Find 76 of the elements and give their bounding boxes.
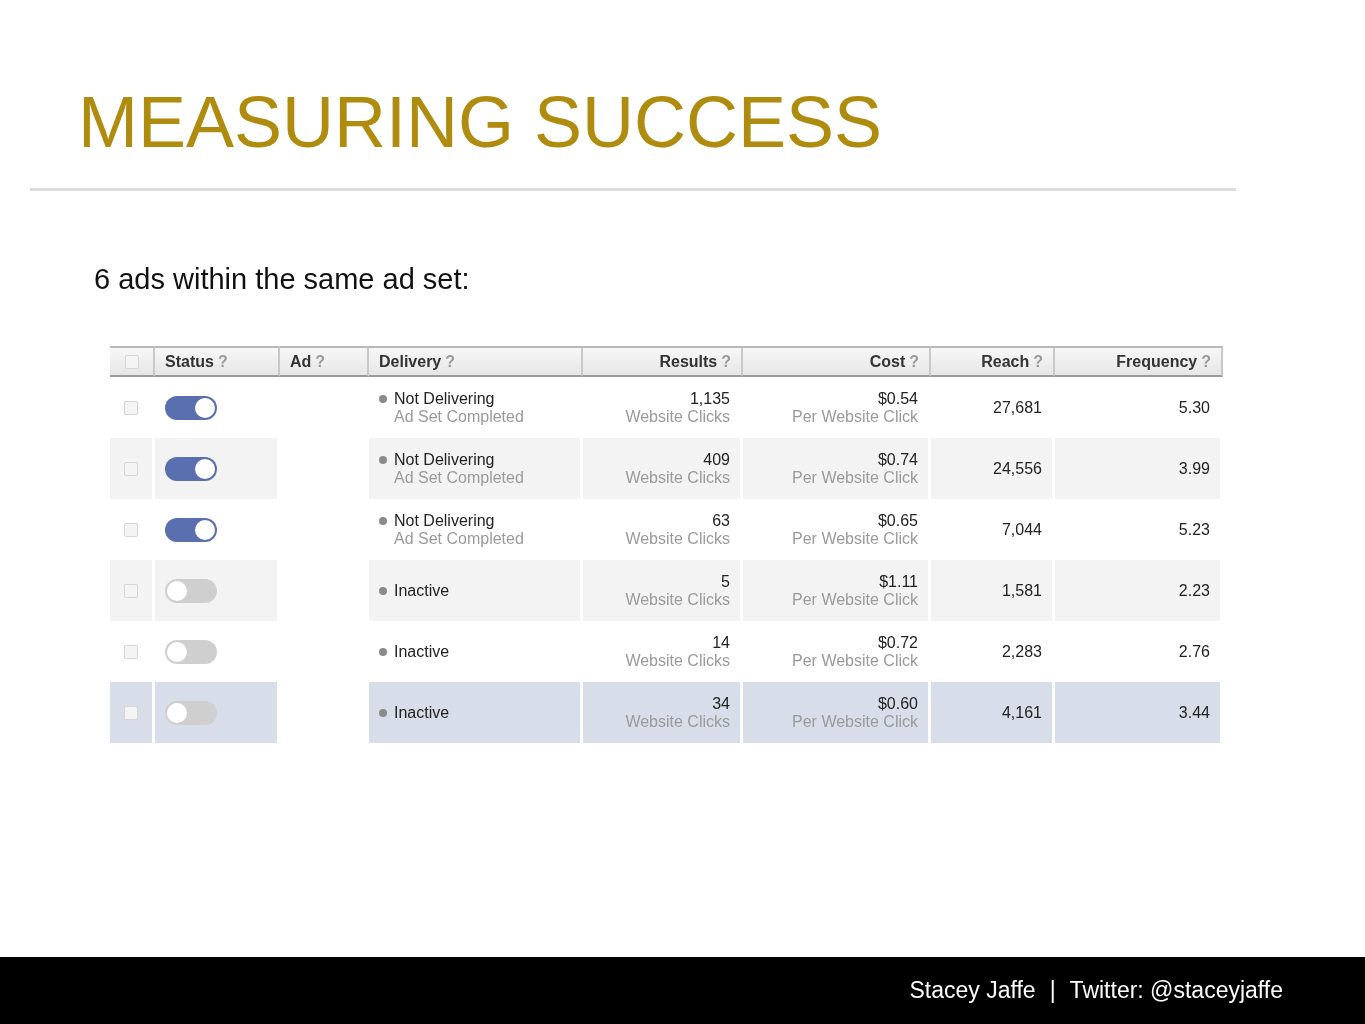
delivery-status: Inactive (394, 581, 450, 600)
cost-value: $0.60 (877, 694, 918, 713)
delivery-status: Inactive (394, 703, 450, 722)
row-checkbox[interactable] (124, 583, 138, 598)
reach-value: 7,044 (1001, 520, 1042, 539)
column-header[interactable]: Reach ? (931, 346, 1055, 377)
delivery-status: Not Delivering (394, 511, 495, 530)
delivery-detail: Ad Set Completed (393, 407, 525, 426)
results-value: 63 (712, 511, 730, 530)
results-value: 1,135 (689, 389, 730, 408)
cost-label: Per Website Click (792, 590, 918, 609)
results-label: Website Clicks (625, 407, 730, 426)
reach-value: 2,283 (1001, 642, 1042, 661)
cost-value: $1.11 (879, 572, 918, 591)
results-value: 5 (721, 572, 730, 591)
status-dot-icon (379, 647, 387, 656)
row-checkbox[interactable] (124, 400, 138, 415)
status-toggle[interactable] (165, 700, 217, 725)
column-header[interactable]: Frequency ? (1055, 346, 1223, 377)
frequency-value: 5.30 (1178, 398, 1210, 417)
cost-value: $0.65 (877, 511, 918, 530)
results-label: Website Clicks (625, 712, 730, 731)
column-header[interactable]: Delivery ? (369, 346, 583, 377)
reach-value: 24,556 (993, 459, 1042, 478)
frequency-value: 2.76 (1178, 642, 1210, 661)
results-label: Website Clicks (625, 651, 730, 670)
status-dot-icon (379, 516, 387, 525)
delivery-detail: Ad Set Completed (393, 529, 525, 548)
slide-subtitle: 6 ads within the same ad set: (94, 263, 471, 296)
cost-label: Per Website Click (792, 407, 918, 426)
frequency-value: 5.23 (1178, 520, 1210, 539)
slide-title: MEASURING SUCCESS (77, 81, 884, 164)
separator: | (1049, 977, 1056, 1004)
delivery-detail: Ad Set Completed (393, 468, 525, 487)
row-checkbox[interactable] (124, 461, 138, 476)
results-value: 34 (712, 694, 730, 713)
frequency-value: 3.44 (1178, 703, 1210, 722)
results-value: 14 (712, 633, 730, 652)
results-label: Website Clicks (625, 529, 730, 548)
cost-value: $0.72 (877, 633, 918, 652)
column-header[interactable]: Cost ? (743, 346, 931, 377)
status-toggle[interactable] (165, 639, 217, 664)
twitter-handle: Twitter: @staceyjaffe (1069, 977, 1283, 1004)
status-toggle[interactable] (165, 456, 217, 481)
cost-value: $0.74 (877, 450, 918, 469)
cost-label: Per Website Click (792, 529, 918, 548)
frequency-value: 2.23 (1178, 581, 1210, 600)
cost-label: Per Website Click (792, 468, 918, 487)
delivery-status: Not Delivering (394, 450, 495, 469)
column-header[interactable]: Ad ? (280, 346, 369, 377)
cost-label: Per Website Click (792, 651, 918, 670)
select-all-checkbox[interactable] (124, 354, 139, 369)
row-checkbox[interactable] (124, 705, 138, 720)
column-header[interactable]: Results ? (583, 346, 743, 377)
cost-value: $0.54 (877, 389, 918, 408)
delivery-status: Not Delivering (394, 389, 495, 408)
results-label: Website Clicks (625, 590, 730, 609)
reach-value: 4,161 (1001, 703, 1042, 722)
status-toggle[interactable] (165, 578, 217, 603)
delivery-status: Inactive (394, 642, 450, 661)
status-dot-icon (379, 394, 387, 403)
results-label: Website Clicks (625, 468, 730, 487)
status-dot-icon (379, 455, 387, 464)
author-name: Stacey Jaffe (909, 977, 1036, 1004)
column-header[interactable]: Status ? (155, 346, 280, 377)
status-dot-icon (379, 708, 387, 717)
row-checkbox[interactable] (124, 522, 138, 537)
cost-label: Per Website Click (792, 712, 918, 731)
row-checkbox[interactable] (124, 644, 138, 659)
frequency-value: 3.99 (1178, 459, 1210, 478)
status-toggle[interactable] (165, 395, 217, 420)
status-dot-icon (379, 586, 387, 595)
results-value: 409 (703, 450, 730, 469)
status-toggle[interactable] (165, 517, 217, 542)
reach-value: 1,581 (1001, 581, 1042, 600)
reach-value: 27,681 (993, 398, 1042, 417)
